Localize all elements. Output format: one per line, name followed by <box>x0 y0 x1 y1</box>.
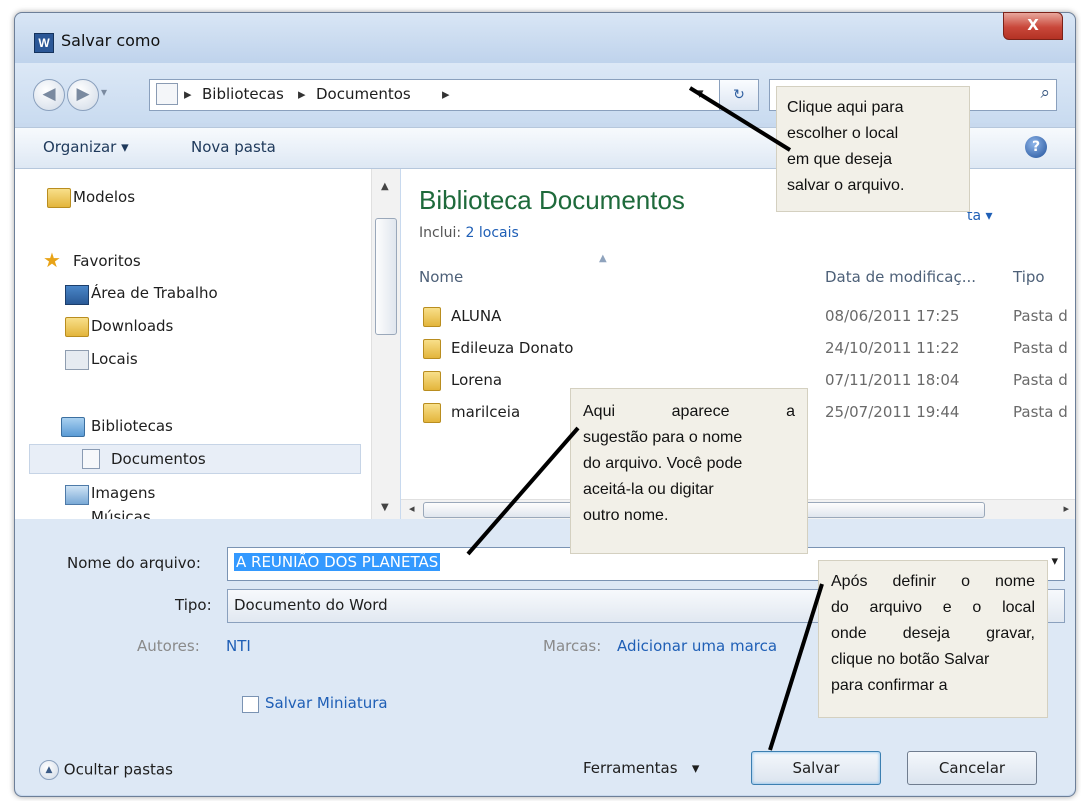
pointer-line-location <box>688 86 792 152</box>
pointer-line-filename <box>466 426 580 556</box>
pointer-line-save <box>768 583 824 751</box>
callout-pointer-lines <box>466 86 824 751</box>
